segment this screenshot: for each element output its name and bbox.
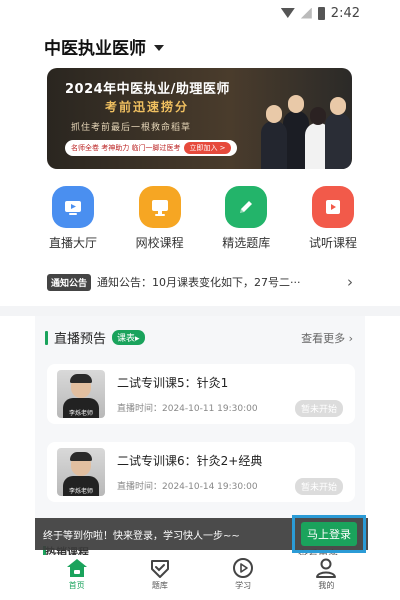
status-bar: 2:42 (0, 0, 400, 26)
login-prompt-text: 终于等到你啦！快来登录，学习快人一步~~ (43, 530, 240, 542)
question-bank-icon (150, 560, 169, 578)
live-time: 直播时间：2024-10-14 19:30:00 (117, 482, 258, 492)
nav-label: 试听课程 (308, 236, 357, 250)
live-card[interactable]: 李烁老师 二试专训课6：针灸2+经典 直播时间：2024-10-14 19:30… (47, 442, 355, 502)
status-badge: 暂未开始 (294, 400, 343, 417)
tab-label: 我的 (318, 581, 335, 590)
tab-mine[interactable]: 我的 (296, 557, 356, 591)
teacher-avatar: 李烁老师 (57, 448, 105, 496)
section-title: 直播预告 (54, 332, 107, 347)
doctor-figure (325, 97, 351, 169)
signal-icon (300, 7, 312, 19)
pencil-icon (225, 186, 268, 228)
nav-label: 网校课程 (135, 236, 184, 250)
view-more-link[interactable]: 查看更多 › (301, 330, 353, 346)
banner-line: 抓住考前最后一根救命稻草 (71, 123, 192, 133)
notice-bar[interactable]: 通知公告 通知公告：10月课表变化如下，27号二··· › (47, 268, 353, 296)
nav-question-bank[interactable]: 精选题库 (211, 186, 281, 251)
page-title: 中医执业医师 (44, 39, 146, 59)
wifi-icon (280, 8, 295, 18)
doctor-figure (261, 105, 287, 169)
chevron-right-icon: › (347, 273, 353, 291)
tab-question-bank[interactable]: 题库 (130, 557, 190, 591)
live-preview-section: 直播预告 课表▸ 查看更多 › 李烁老师 二试专训课5：针灸1 直播时间：202… (35, 316, 365, 526)
banner-pill-text: 名师全卷 考神助力 临门一脚过医考 (71, 144, 181, 152)
banner-pill[interactable]: 名师全卷 考神助力 临门一脚过医考 立即加入 > (65, 140, 237, 156)
login-prompt: 终于等到你啦！快来登录，学习快人一步~~ 马上登录 (35, 515, 368, 553)
monitor-icon (138, 186, 181, 228)
user-icon (316, 558, 337, 578)
banner-subtitle: 考前迅速捞分 (105, 100, 190, 114)
live-title: 二试专训课6：针灸2+经典 (117, 454, 263, 468)
tab-study[interactable]: 学习 (213, 557, 273, 591)
tab-label: 学习 (235, 581, 252, 590)
schedule-badge[interactable]: 课表▸ (112, 330, 145, 345)
exam-selector[interactable]: 中医执业医师 (44, 34, 164, 59)
section-divider (0, 306, 400, 316)
teacher-name: 李烁老师 (68, 410, 93, 417)
section-header: 直播预告 课表▸ (45, 328, 145, 347)
bottom-tab-bar: 首页 题库 学习 我的 (35, 555, 368, 600)
live-title: 二试专训课5：针灸1 (117, 376, 229, 390)
tab-home[interactable]: 首页 (47, 557, 107, 591)
login-button-highlight[interactable]: 马上登录 (292, 515, 366, 553)
home-icon (66, 559, 87, 577)
status-badge: 暂未开始 (294, 478, 343, 495)
tab-label: 题库 (151, 581, 168, 590)
login-button[interactable]: 马上登录 (301, 522, 357, 546)
nav-label: 直播大厅 (48, 236, 97, 250)
live-time: 直播时间：2024-10-11 19:30:00 (117, 404, 258, 414)
accent-bar (45, 330, 48, 345)
live-card[interactable]: 李烁老师 二试专训课5：针灸1 直播时间：2024-10-11 19:30:00… (47, 364, 355, 424)
nav-online-courses[interactable]: 网校课程 (125, 186, 195, 251)
nav-live-hall[interactable]: 直播大厅 (38, 186, 108, 251)
join-button[interactable]: 立即加入 > (184, 142, 231, 154)
nav-trial-courses[interactable]: 试听课程 (298, 186, 368, 251)
teacher-avatar: 李烁老师 (57, 370, 105, 418)
status-time: 2:42 (330, 5, 360, 21)
play-book-icon (311, 186, 354, 228)
nav-label: 精选题库 (222, 236, 271, 250)
notice-text: 通知公告：10月课表变化如下，27号二··· (97, 276, 301, 289)
banner-title: 2024年中医执业/助理医师 (65, 82, 230, 97)
tab-label: 首页 (68, 581, 85, 590)
play-circle-icon (233, 558, 254, 578)
promo-banner[interactable]: 2024年中医执业/助理医师 考前迅速捞分 抓住考前最后一根救命稻草 名师全卷 … (47, 68, 352, 169)
tv-icon (52, 186, 94, 228)
notice-badge: 通知公告 (47, 273, 92, 291)
quick-nav-grid: 直播大厅 网校课程 精选题库 试听课程 (38, 186, 368, 251)
battery-icon (317, 6, 325, 20)
chevron-down-icon (154, 45, 164, 51)
teacher-name: 李烁老师 (68, 488, 93, 495)
